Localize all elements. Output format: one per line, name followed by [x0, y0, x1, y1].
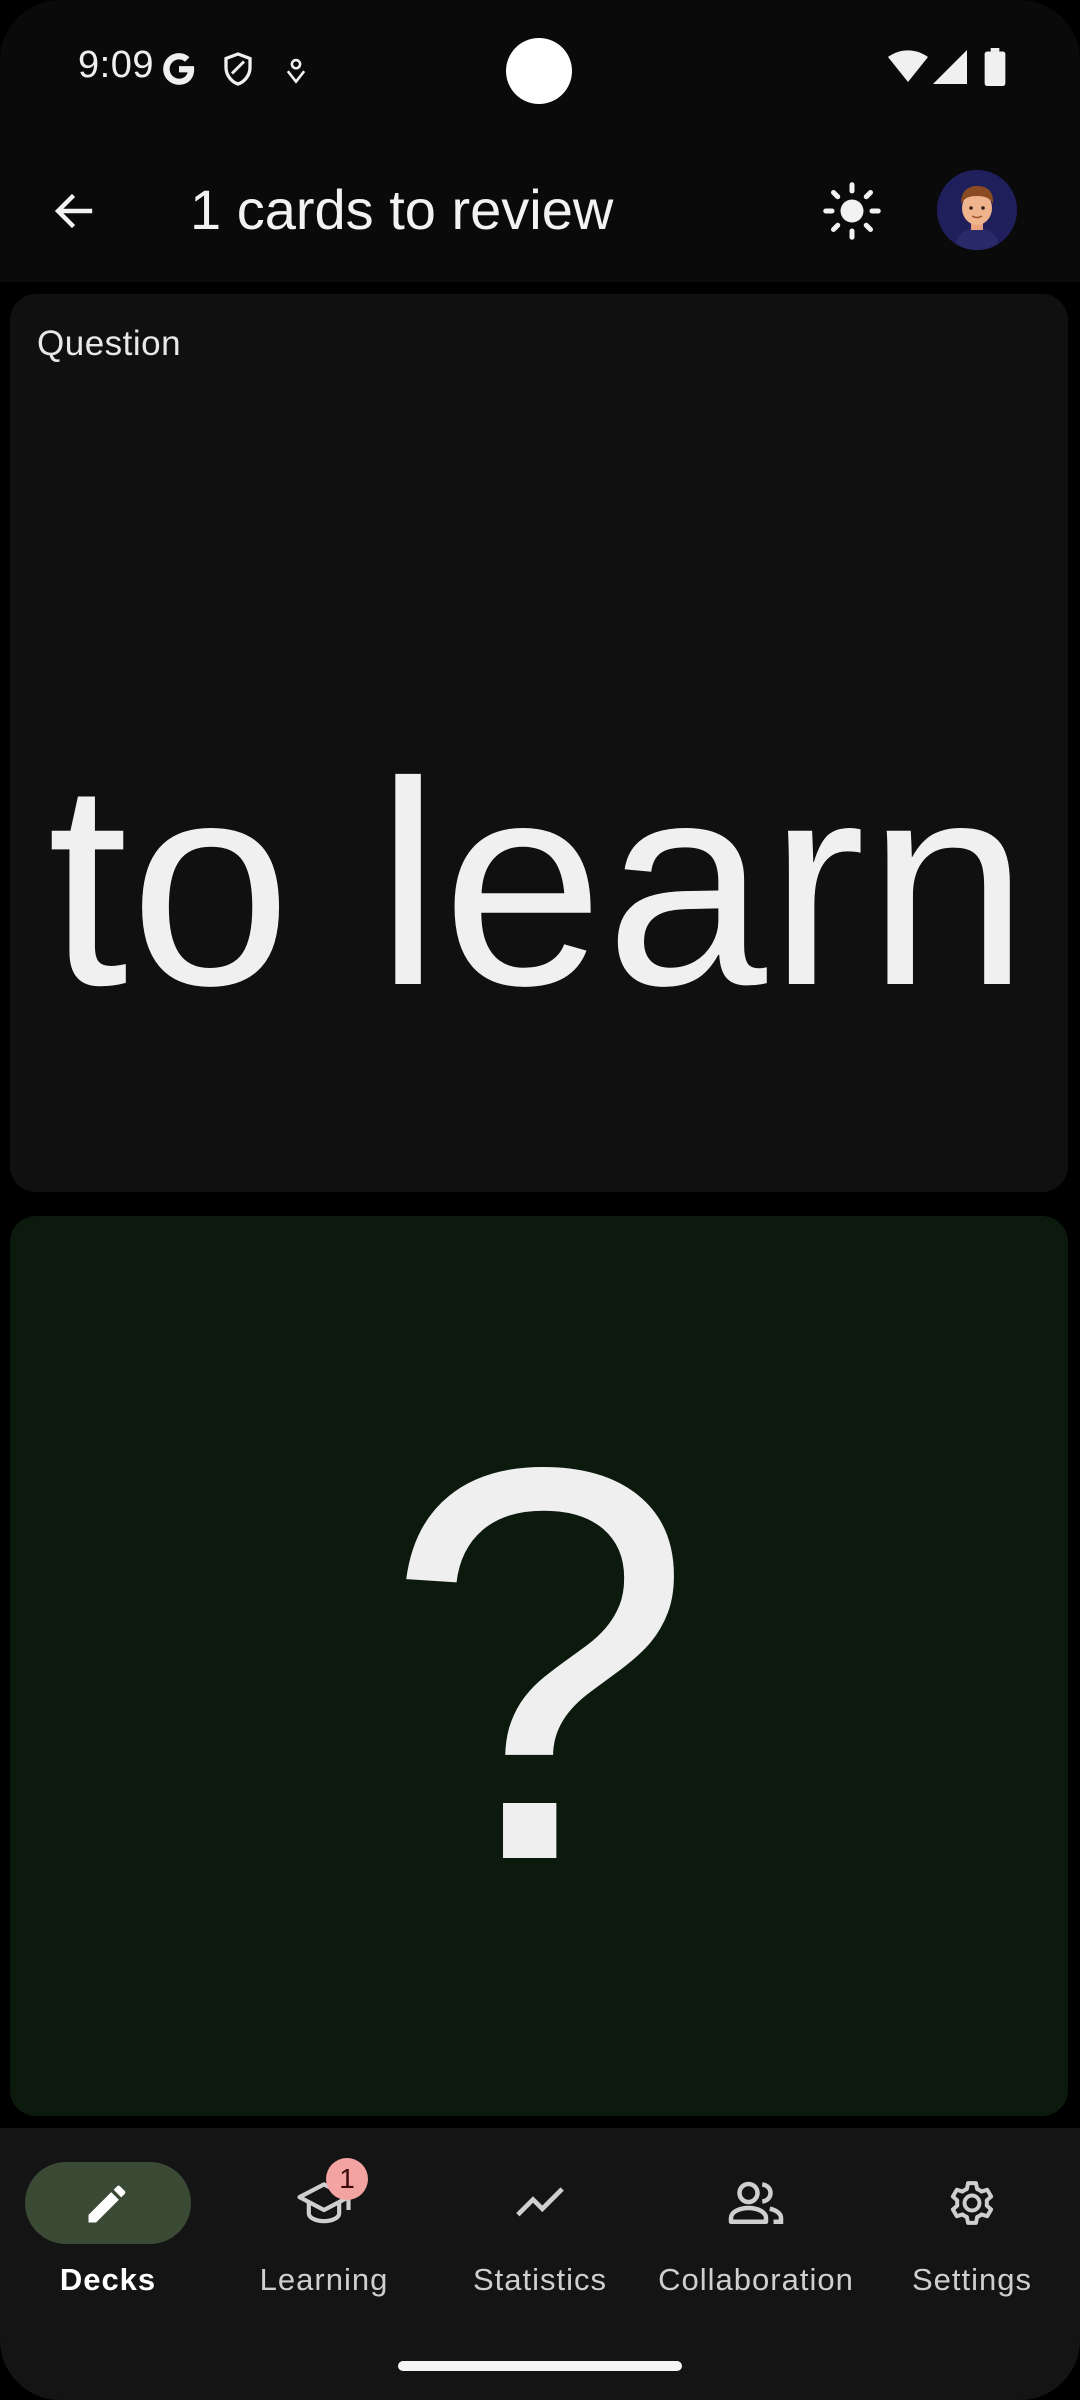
theme-toggle-button[interactable] — [816, 175, 888, 247]
nav-item-learning[interactable]: 1 Learning — [216, 2128, 432, 2328]
card-label: Question — [37, 324, 182, 363]
app-screen: 9:09 1 cards to review Question to learn… — [0, 0, 1080, 2400]
back-button[interactable] — [38, 175, 110, 247]
user-avatar[interactable] — [937, 170, 1017, 250]
home-indicator[interactable] — [398, 2361, 682, 2371]
battery-icon — [984, 48, 1006, 86]
page-title: 1 cards to review — [190, 178, 614, 241]
gear-icon — [942, 2173, 1002, 2233]
location-pin-icon — [286, 58, 306, 84]
status-time: 9:09 — [78, 44, 154, 86]
nav-item-statistics[interactable]: Statistics — [432, 2128, 648, 2328]
people-icon — [726, 2173, 786, 2233]
pencil-icon — [78, 2173, 138, 2233]
nav-label: Settings — [911, 2262, 1032, 2297]
cellular-signal-icon — [933, 50, 967, 84]
nav-item-settings[interactable]: Settings — [864, 2128, 1080, 2328]
reveal-answer-card[interactable]: ? — [10, 1216, 1068, 2116]
nav-label: Collaboration — [658, 2262, 854, 2297]
status-bar: 9:09 — [0, 0, 1080, 140]
app-bar: 1 cards to review — [0, 140, 1080, 282]
avatar-face-icon — [937, 170, 1017, 250]
arrow-left-icon — [54, 193, 93, 229]
shield-icon — [224, 52, 252, 86]
trend-line-icon — [510, 2173, 570, 2233]
front-camera — [506, 38, 572, 104]
notification-badge: 1 — [326, 2158, 368, 2200]
sun-icon — [823, 182, 881, 240]
question-card: Question to learn — [10, 294, 1068, 1192]
hidden-answer-mark: ? — [383, 1351, 695, 1977]
nav-item-decks[interactable]: Decks — [0, 2128, 216, 2328]
google-g-icon — [163, 53, 195, 85]
bottom-navigation: Decks 1 Learning Statistics Collaboratio… — [0, 2128, 1080, 2400]
question-text: to learn — [47, 722, 1031, 1046]
nav-label: Statistics — [472, 2262, 608, 2297]
nav-label: Learning — [259, 2262, 389, 2297]
wifi-icon — [888, 50, 928, 82]
nav-label: Decks — [59, 2262, 157, 2297]
nav-item-collaboration[interactable]: Collaboration — [648, 2128, 864, 2328]
